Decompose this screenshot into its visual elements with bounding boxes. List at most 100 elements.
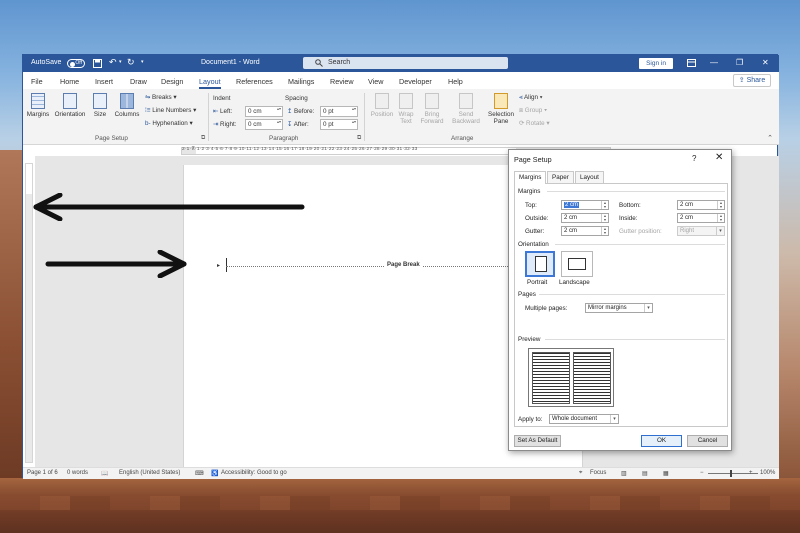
focus-button[interactable]: Focus	[590, 470, 606, 476]
inside-margin-input[interactable]: 2 cm ▲ ▼	[677, 213, 725, 223]
multiple-pages-select[interactable]: Mirror margins ▾	[585, 303, 653, 313]
customize-qat-icon[interactable]: ▾	[141, 59, 144, 65]
orientation-icon	[63, 93, 77, 109]
proofing-icon[interactable]: 📖	[101, 470, 108, 477]
spacing-header: Spacing	[285, 95, 308, 102]
web-layout-icon[interactable]: ▦	[663, 470, 669, 477]
outside-margin-value: 2 cm	[564, 215, 578, 221]
zoom-in-button[interactable]: +	[749, 470, 753, 476]
top-margin-input[interactable]: 2 cm ▲ ▼	[561, 200, 609, 210]
search-box[interactable]: Search	[303, 57, 508, 69]
send-backward-button[interactable]: Send Backward	[449, 93, 483, 125]
wrap-text-button[interactable]: Wrap Text	[394, 93, 418, 125]
tab-references[interactable]: References	[236, 77, 273, 86]
breaks-button[interactable]: ⇋ Breaks ▾	[145, 94, 177, 101]
search-placeholder: Search	[328, 59, 351, 66]
close-window-button[interactable]: ✕	[762, 58, 769, 67]
tab-design[interactable]: Design	[161, 77, 183, 86]
portrait-option[interactable]	[525, 251, 555, 277]
spinner-icon[interactable]: ▲ ▼	[601, 201, 608, 209]
ribbon-display-options-icon[interactable]	[687, 59, 696, 67]
columns-button[interactable]: Columns	[112, 93, 142, 118]
dialog-tab-paper[interactable]: Paper	[547, 171, 574, 183]
dialog-help-button[interactable]: ?	[692, 154, 696, 163]
size-button[interactable]: Size	[89, 93, 111, 118]
indent-right-input[interactable]: 0 cm	[245, 119, 283, 130]
tab-home[interactable]: Home	[60, 77, 79, 86]
accessibility-icon: ♿	[211, 471, 219, 477]
bottom-margin-input[interactable]: 2 cm ▲ ▼	[677, 200, 725, 210]
sign-in-button[interactable]: Sign in	[639, 58, 673, 69]
spinner-icon[interactable]: ▲ ▼	[601, 214, 608, 222]
spinner-icon[interactable]: ▲ ▼	[601, 227, 608, 235]
autosave-toggle[interactable]: Off	[67, 59, 85, 68]
bring-forward-label: Bring Forward	[420, 111, 444, 125]
apply-to-select[interactable]: Whole document ▾	[549, 414, 619, 424]
language-indicator[interactable]: English (United States)	[119, 470, 180, 476]
selection-pane-icon	[494, 93, 508, 109]
page-setup-launcher-icon[interactable]: ⧉	[201, 135, 205, 142]
hyphenation-button[interactable]: b- Hyphenation ▾	[145, 120, 193, 127]
tab-mailings[interactable]: Mailings	[288, 77, 314, 86]
selection-pane-button[interactable]: Selection Pane	[485, 93, 517, 125]
dialog-title: Page Setup	[514, 155, 552, 164]
save-icon[interactable]	[93, 59, 102, 68]
indent-left-input[interactable]: 0 cm	[245, 106, 283, 117]
spacing-after-input[interactable]: 0 pt	[320, 119, 358, 130]
orientation-button[interactable]: Orientation	[52, 93, 88, 118]
tab-insert[interactable]: Insert	[95, 77, 113, 86]
tab-layout[interactable]: Layout	[199, 77, 221, 89]
tab-developer[interactable]: Developer	[399, 77, 432, 86]
undo-dropdown-icon[interactable]: ▾	[119, 59, 122, 65]
read-mode-icon[interactable]: ▥	[621, 470, 627, 477]
wrap-text-icon	[399, 93, 413, 109]
tab-help[interactable]: Help	[448, 77, 463, 86]
margins-button[interactable]: Margins	[25, 93, 51, 118]
position-button[interactable]: Position	[367, 93, 397, 118]
outside-margin-input[interactable]: 2 cm ▲ ▼	[561, 213, 609, 223]
gutter-input[interactable]: 2 cm ▲ ▼	[561, 226, 609, 236]
spacing-before-input[interactable]: 0 pt	[320, 106, 358, 117]
page-count[interactable]: Page 1 of 6	[27, 470, 58, 476]
set-as-default-button[interactable]: Set As Default	[514, 435, 561, 447]
restore-button[interactable]: ❐	[736, 58, 743, 67]
word-count[interactable]: 0 words	[67, 470, 88, 476]
dialog-tab-layout[interactable]: Layout	[575, 171, 604, 183]
landscape-option[interactable]	[561, 251, 593, 277]
ok-button[interactable]: OK	[641, 435, 682, 447]
spinner-icon[interactable]: ▲ ▼	[717, 214, 724, 222]
zoom-out-button[interactable]: −	[700, 470, 704, 476]
multiple-pages-value: Mirror margins	[588, 305, 627, 311]
undo-icon[interactable]: ↶	[109, 57, 117, 68]
line-numbers-button[interactable]: ⁞≡ Line Numbers ▾	[145, 107, 196, 114]
share-button[interactable]: ⇪ Share	[733, 74, 771, 87]
portrait-icon	[535, 256, 547, 272]
rotate-button[interactable]: ⟳ Rotate ▾	[519, 120, 550, 127]
align-button[interactable]: ⫷ Align ▾	[519, 94, 542, 102]
tab-view[interactable]: View	[368, 77, 383, 86]
minimize-button[interactable]: —	[710, 58, 718, 67]
bring-forward-button[interactable]: Bring Forward	[417, 93, 447, 125]
zoom-level[interactable]: 100%	[760, 470, 775, 476]
group-button[interactable]: ⧈ Group ▾	[519, 107, 547, 115]
page-break-label: Page Break	[384, 262, 423, 268]
print-layout-icon[interactable]: ▤	[642, 470, 648, 477]
redo-icon[interactable]: ↻	[127, 57, 135, 68]
dialog-tab-margins[interactable]: Margins	[514, 171, 547, 184]
spacing-before-text: Before:	[294, 108, 315, 115]
cancel-button[interactable]: Cancel	[687, 435, 728, 447]
ruler-ticks: 2·1·⊼·1·2·3·4·5·6·7·8·9·10·11·12·13·14·1…	[182, 147, 418, 152]
indent-left-label: ⇤ Left:	[213, 108, 232, 115]
collapse-ribbon-icon[interactable]: ⌃	[767, 134, 773, 142]
gutter-position-select[interactable]: Right ▾	[677, 226, 725, 236]
macro-icon[interactable]: ⌨	[195, 470, 204, 477]
dialog-close-button[interactable]: ✕	[715, 152, 723, 163]
paragraph-launcher-icon[interactable]: ⧉	[357, 135, 361, 142]
tab-review[interactable]: Review	[330, 77, 354, 86]
accessibility-status[interactable]: Accessibility: Good to go	[221, 470, 287, 476]
tab-file[interactable]: File	[31, 77, 43, 86]
breaks-icon: ⇋	[145, 94, 153, 101]
tab-draw[interactable]: Draw	[130, 77, 147, 86]
spinner-icon[interactable]: ▲ ▼	[717, 201, 724, 209]
inside-margin-label: Inside:	[619, 215, 638, 222]
